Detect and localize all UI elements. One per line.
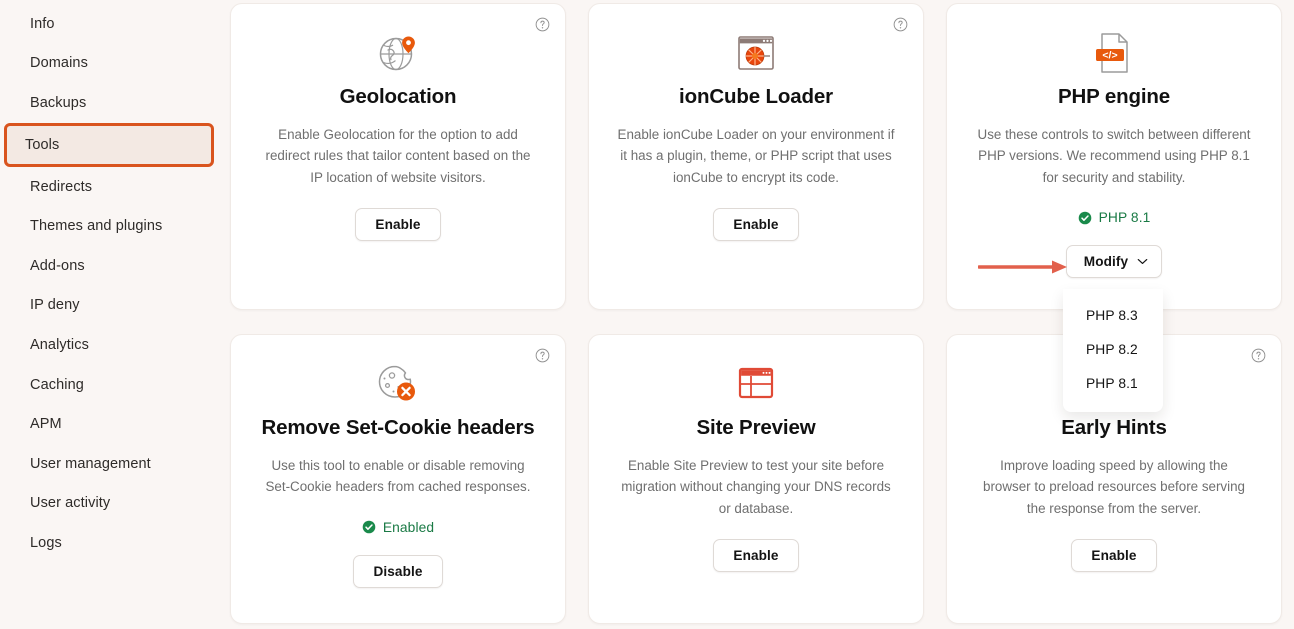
card-description: Use these controls to switch between dif… bbox=[977, 126, 1251, 185]
sidebar-item-user-management[interactable]: User management bbox=[8, 444, 210, 484]
browser-window-icon bbox=[730, 361, 782, 407]
sidebar-item-label: User activity bbox=[30, 495, 111, 512]
php-version-option-82[interactable]: PHP 8.2 bbox=[1063, 332, 1163, 366]
sidebar-item-info[interactable]: Info bbox=[8, 4, 210, 44]
php-file-code-icon: </> bbox=[1088, 30, 1140, 76]
sidebar-item-label: APM bbox=[30, 416, 62, 433]
sidebar-item-label: Tools bbox=[25, 136, 60, 153]
sidebar-item-label: Themes and plugins bbox=[30, 218, 163, 235]
card-title: Site Preview bbox=[696, 416, 816, 439]
sidebar-item-redirects[interactable]: Redirects bbox=[8, 167, 210, 207]
set-cookie-status-label: Enabled bbox=[382, 519, 435, 535]
enable-early-hints-button[interactable]: Enable bbox=[1071, 539, 1157, 573]
card-geolocation: Geolocation Enable Geolocation for the o… bbox=[230, 3, 566, 310]
sidebar-item-logs[interactable]: Logs bbox=[8, 523, 210, 563]
sidebar-item-label: Add-ons bbox=[30, 257, 85, 274]
php-version-option-81[interactable]: PHP 8.1 bbox=[1063, 366, 1163, 400]
sidebar-item-apm[interactable]: APM bbox=[8, 404, 210, 444]
sidebar-item-user-activity[interactable]: User activity bbox=[8, 484, 210, 524]
check-circle-icon bbox=[1078, 211, 1091, 225]
php-version-label: PHP 8.1 bbox=[1098, 210, 1151, 226]
help-circle-icon[interactable] bbox=[893, 17, 908, 32]
card-description: Enable ionCube Loader on your environmen… bbox=[617, 126, 895, 185]
sidebar-item-add-ons[interactable]: Add-ons bbox=[8, 246, 210, 286]
sidebar-item-label: Redirects bbox=[30, 178, 93, 195]
sidebar-item-label: IP deny bbox=[30, 297, 80, 314]
disable-set-cookie-button[interactable]: Disable bbox=[353, 554, 443, 588]
card-title: ionCube Loader bbox=[679, 85, 833, 108]
card-ioncube-loader: ionCube Loader Enable ionCube Loader on … bbox=[588, 3, 924, 310]
card-site-preview: Site Preview Enable Site Preview to test… bbox=[588, 334, 924, 624]
svg-text:</>: </> bbox=[1102, 49, 1117, 61]
enable-geolocation-button[interactable]: Enable bbox=[355, 208, 441, 242]
sidebar-item-label: Logs bbox=[30, 534, 62, 551]
card-title: PHP engine bbox=[1057, 85, 1171, 108]
sidebar-item-domains[interactable]: Domains bbox=[8, 44, 210, 84]
sidebar-item-label: Analytics bbox=[30, 336, 89, 353]
sidebar-item-ip-deny[interactable]: IP deny bbox=[8, 286, 210, 326]
sidebar-item-backups[interactable]: Backups bbox=[8, 83, 210, 123]
card-description: Enable Geolocation for the option to add… bbox=[265, 126, 531, 185]
help-circle-icon[interactable] bbox=[535, 17, 550, 32]
modify-php-version-button[interactable]: Modify bbox=[1065, 245, 1163, 279]
sidebar-item-themes-plugins[interactable]: Themes and plugins bbox=[8, 206, 210, 246]
enable-site-preview-button[interactable]: Enable bbox=[713, 539, 799, 573]
enable-ioncube-button[interactable]: Enable bbox=[713, 208, 799, 242]
sidebar-item-label: User management bbox=[30, 455, 151, 472]
globe-pin-icon bbox=[372, 30, 424, 76]
chevron-down-icon bbox=[1137, 259, 1148, 265]
set-cookie-status: Enabled bbox=[362, 520, 434, 535]
sidebar-item-label: Caching bbox=[30, 376, 84, 393]
tools-page: Info Domains Backups Tools Redirects The… bbox=[0, 0, 1294, 629]
card-title: Geolocation bbox=[339, 85, 457, 108]
php-version-status: PHP 8.1 bbox=[1078, 210, 1151, 225]
php-version-dropdown-menu[interactable]: PHP 8.3 PHP 8.2 PHP 8.1 bbox=[1063, 289, 1163, 412]
card-title: Remove Set-Cookie headers bbox=[261, 416, 535, 439]
sidebar-nav: Info Domains Backups Tools Redirects The… bbox=[0, 0, 218, 629]
page-right-edge bbox=[1288, 0, 1294, 629]
ioncube-window-icon bbox=[730, 30, 782, 76]
sidebar-item-label: Backups bbox=[30, 94, 87, 111]
sidebar-item-analytics[interactable]: Analytics bbox=[8, 325, 210, 365]
card-description: Improve loading speed by allowing the br… bbox=[983, 457, 1245, 516]
card-description: Enable Site Preview to test your site be… bbox=[621, 457, 891, 516]
card-description: Use this tool to enable or disable remov… bbox=[265, 457, 531, 495]
sidebar-item-label: Domains bbox=[30, 55, 88, 72]
help-circle-icon[interactable] bbox=[1251, 348, 1266, 363]
modify-button-label: Modify bbox=[1083, 254, 1129, 270]
card-remove-set-cookie-headers: Remove Set-Cookie headers Use this tool … bbox=[230, 334, 566, 624]
card-title: Early Hints bbox=[1061, 416, 1167, 439]
check-circle-icon bbox=[362, 520, 376, 534]
php-version-option-83[interactable]: PHP 8.3 bbox=[1063, 298, 1163, 332]
sidebar-item-tools[interactable]: Tools bbox=[4, 122, 214, 167]
sidebar-item-caching[interactable]: Caching bbox=[8, 365, 210, 405]
cookie-x-icon bbox=[372, 361, 424, 407]
card-php-engine: </> PHP engine Use these controls to swi… bbox=[946, 3, 1282, 310]
sidebar-item-label: Info bbox=[30, 15, 55, 32]
help-circle-icon[interactable] bbox=[535, 348, 550, 363]
